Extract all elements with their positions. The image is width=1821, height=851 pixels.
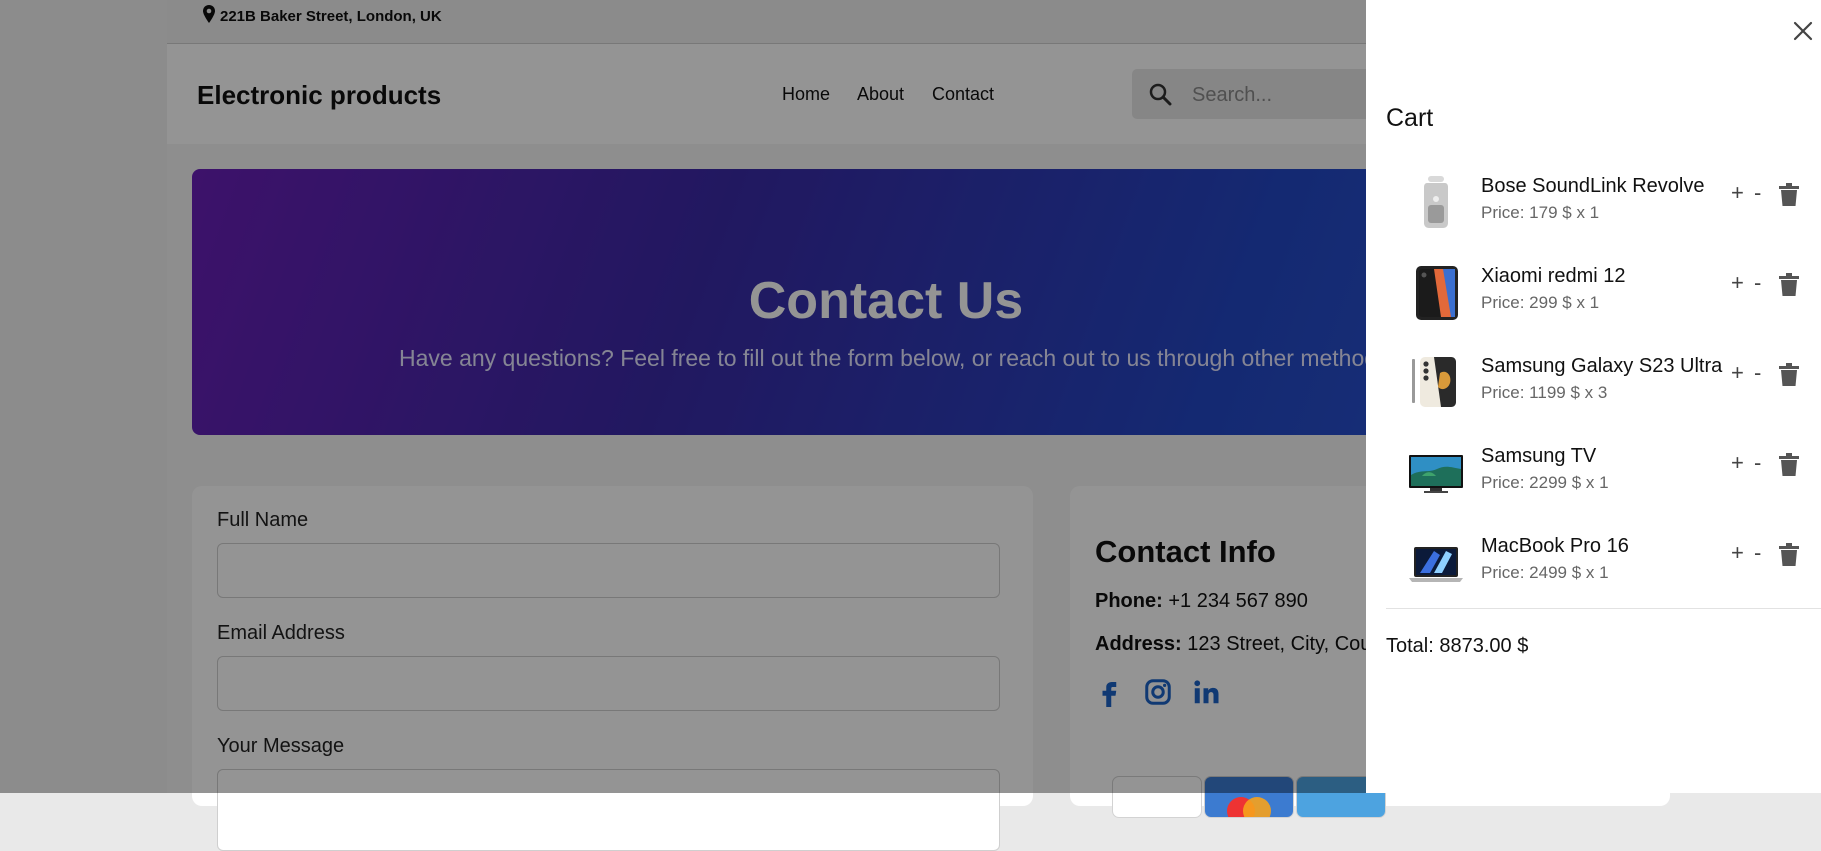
cart-item-name: Samsung TV [1481, 445, 1597, 467]
cart-drawer: Cart Bose SoundLink Revolve Price: 179 $… [1366, 0, 1821, 793]
phone-image [1416, 266, 1458, 320]
tv-image [1409, 455, 1463, 493]
cart-item: Samsung TV Price: 2299 $ x 1 + - [1366, 433, 1821, 523]
decrease-qty-button[interactable]: - [1754, 181, 1761, 205]
modal-backdrop[interactable] [0, 0, 1366, 793]
trash-icon[interactable] [1778, 453, 1800, 477]
trash-icon[interactable] [1778, 363, 1800, 387]
cart-total: Total: 8873.00 $ [1386, 635, 1529, 657]
increase-qty-button[interactable]: + [1731, 181, 1744, 205]
laptop-image [1409, 547, 1463, 582]
cart-item-price: Price: 1199 $ x 3 [1481, 383, 1608, 402]
close-icon[interactable] [1791, 19, 1815, 43]
cart-item-price: Price: 2299 $ x 1 [1481, 473, 1609, 492]
phone-image [1412, 357, 1456, 407]
trash-icon[interactable] [1778, 273, 1800, 297]
cart-divider [1386, 608, 1821, 609]
cart-item: Xiaomi redmi 12 Price: 299 $ x 1 + - [1366, 253, 1821, 343]
increase-qty-button[interactable]: + [1731, 271, 1744, 295]
increase-qty-button[interactable]: + [1731, 541, 1744, 565]
cart-title: Cart [1386, 104, 1434, 132]
cart-item: MacBook Pro 16 Price: 2499 $ x 1 + - [1366, 523, 1821, 613]
increase-qty-button[interactable]: + [1731, 361, 1744, 385]
decrease-qty-button[interactable]: - [1754, 361, 1761, 385]
cart-item-name: Bose SoundLink Revolve [1481, 175, 1705, 197]
trash-icon[interactable] [1778, 183, 1800, 207]
decrease-qty-button[interactable]: - [1754, 271, 1761, 295]
trash-icon[interactable] [1778, 543, 1800, 567]
cart-item-price: Price: 299 $ x 1 [1481, 293, 1600, 312]
decrease-qty-button[interactable]: - [1754, 541, 1761, 565]
speaker-image [1424, 176, 1448, 228]
cart-item: Samsung Galaxy S23 Ultra Price: 1199 $ x… [1366, 343, 1821, 433]
cart-item: Bose SoundLink Revolve Price: 179 $ x 1 … [1366, 163, 1821, 253]
cart-item-name: Xiaomi redmi 12 [1481, 265, 1626, 287]
increase-qty-button[interactable]: + [1731, 451, 1744, 475]
cart-item-name: Samsung Galaxy S23 Ultra [1481, 355, 1723, 377]
decrease-qty-button[interactable]: - [1754, 451, 1761, 475]
cart-item-price: Price: 179 $ x 1 [1481, 203, 1600, 222]
cart-item-price: Price: 2499 $ x 1 [1481, 563, 1609, 582]
cart-item-name: MacBook Pro 16 [1481, 535, 1629, 557]
